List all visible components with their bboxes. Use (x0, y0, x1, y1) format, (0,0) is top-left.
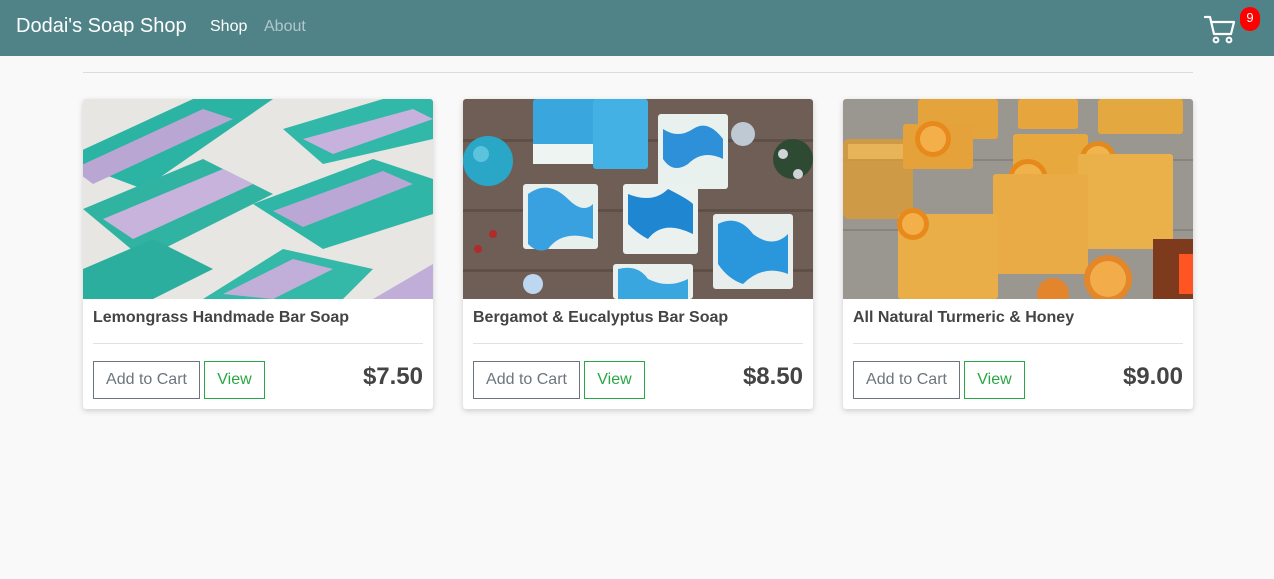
view-button[interactable]: View (964, 361, 1025, 399)
nav-link-about[interactable]: About (264, 18, 306, 36)
product-image[interactable] (463, 99, 813, 299)
card-divider (93, 343, 423, 344)
product-price: $7.50 (362, 363, 423, 390)
product-card: Lemongrass Handmade Bar Soap Add to Cart… (83, 99, 433, 409)
view-button[interactable]: View (584, 361, 645, 399)
view-button[interactable]: View (204, 361, 265, 399)
nav-link-shop[interactable]: Shop (210, 18, 247, 36)
product-card: All Natural Turmeric & Honey Add to Cart… (843, 99, 1193, 409)
shopping-cart-icon[interactable] (1203, 13, 1237, 45)
cart-count-badge: 9 (1240, 7, 1260, 31)
add-to-cart-button[interactable]: Add to Cart (853, 361, 960, 399)
brand-link[interactable]: Dodai's Soap Shop (16, 15, 187, 38)
card-divider (853, 343, 1183, 344)
card-divider (473, 343, 803, 344)
add-to-cart-button[interactable]: Add to Cart (93, 361, 200, 399)
product-title[interactable]: All Natural Turmeric & Honey (853, 309, 1074, 327)
product-image[interactable] (843, 99, 1193, 299)
product-price: $9.00 (1122, 363, 1183, 390)
product-title[interactable]: Bergamot & Eucalyptus Bar Soap (473, 309, 728, 327)
product-card: Bergamot & Eucalyptus Bar Soap Add to Ca… (463, 99, 813, 409)
divider (83, 72, 1193, 73)
product-image[interactable] (83, 99, 433, 299)
navbar: Dodai's Soap Shop Shop About 9 (0, 0, 1274, 56)
add-to-cart-button[interactable]: Add to Cart (473, 361, 580, 399)
product-title[interactable]: Lemongrass Handmade Bar Soap (93, 309, 349, 327)
product-price: $8.50 (742, 363, 803, 390)
